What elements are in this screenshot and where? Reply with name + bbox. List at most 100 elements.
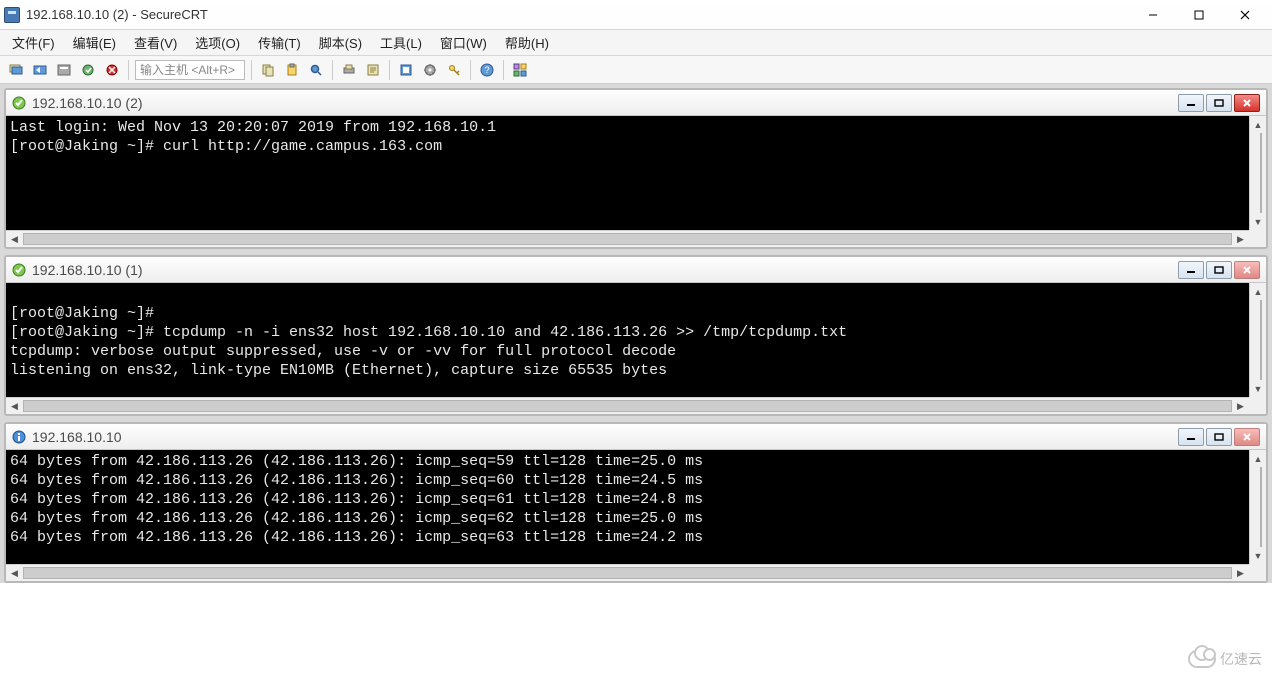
pane-close-button <box>1234 428 1260 446</box>
host-input[interactable]: 输入主机 <Alt+R> <box>135 60 245 80</box>
terminal-line: Last login: Wed Nov 13 20:20:07 2019 fro… <box>10 118 1248 137</box>
toolbar-find-icon[interactable] <box>306 60 326 80</box>
toolbar-session-manager-icon[interactable] <box>6 60 26 80</box>
terminal-line: 64 bytes from 42.186.113.26 (42.186.113.… <box>10 471 1248 490</box>
menu-options[interactable]: 选项(O) <box>195 33 240 52</box>
toolbar-key-icon[interactable] <box>444 60 464 80</box>
scroll-thumb[interactable] <box>23 233 1232 245</box>
resize-grip[interactable] <box>1249 230 1266 247</box>
window-maximize-button[interactable] <box>1176 1 1222 29</box>
toolbar-divider <box>389 60 390 80</box>
resize-grip[interactable] <box>1249 397 1266 414</box>
scroll-up-arrow[interactable]: ▲ <box>1251 450 1266 467</box>
pane-controls <box>1178 94 1260 112</box>
scroll-track[interactable] <box>23 398 1232 414</box>
horizontal-scrollbar[interactable]: ◀▶ <box>6 397 1249 414</box>
terminal-pane: 192.168.10.10 (2) Last login: Wed Nov 13 … <box>4 88 1268 249</box>
pane-maximize-button[interactable] <box>1206 94 1232 112</box>
toolbar-properties-icon[interactable] <box>363 60 383 80</box>
terminal-wrapper: Last login: Wed Nov 13 20:20:07 2019 fro… <box>6 116 1266 230</box>
toolbar-tile-icon[interactable] <box>510 60 530 80</box>
toolbar-divider <box>251 60 252 80</box>
scroll-left-arrow[interactable]: ◀ <box>6 399 23 414</box>
scroll-down-arrow[interactable]: ▼ <box>1251 213 1266 230</box>
pane-minimize-button[interactable] <box>1178 94 1204 112</box>
terminal-output[interactable]: [root@Jaking ~]#[root@Jaking ~]# tcpdump… <box>6 283 1266 397</box>
scroll-left-arrow[interactable]: ◀ <box>6 232 23 247</box>
menu-script[interactable]: 脚本(S) <box>319 33 362 52</box>
toolbar-reconnect-icon[interactable] <box>78 60 98 80</box>
horizontal-scrollbar[interactable]: ◀▶ <box>6 564 1249 581</box>
menu-transfer[interactable]: 传输(T) <box>258 33 301 52</box>
terminal-output[interactable]: Last login: Wed Nov 13 20:20:07 2019 fro… <box>6 116 1266 230</box>
vertical-scrollbar[interactable]: ▲▼ <box>1249 283 1266 397</box>
vertical-scrollbar[interactable]: ▲▼ <box>1249 450 1266 564</box>
menu-file[interactable]: 文件(F) <box>12 33 55 52</box>
window-minimize-button[interactable] <box>1130 1 1176 29</box>
title-bar: 192.168.10.10 (2) - SecureCRT <box>0 0 1272 30</box>
menu-tools[interactable]: 工具(L) <box>380 33 422 52</box>
pane-title: 192.168.10.10 <box>32 429 122 445</box>
scroll-track[interactable] <box>23 231 1232 247</box>
scroll-thumb[interactable] <box>1260 467 1262 547</box>
window-title: 192.168.10.10 (2) - SecureCRT <box>26 7 208 22</box>
scroll-thumb[interactable] <box>23 567 1232 579</box>
pane-minimize-button[interactable] <box>1178 261 1204 279</box>
toolbar-paste-icon[interactable] <box>282 60 302 80</box>
scroll-right-arrow[interactable]: ▶ <box>1232 566 1249 581</box>
pane-header[interactable]: 192.168.10.10 (1) <box>6 257 1266 283</box>
pane-maximize-button[interactable] <box>1206 428 1232 446</box>
pane-close-button[interactable] <box>1234 94 1260 112</box>
scroll-track[interactable] <box>23 565 1232 581</box>
toolbar-disconnect-icon[interactable] <box>102 60 122 80</box>
toolbar-help-icon[interactable]: ? <box>477 60 497 80</box>
scroll-down-arrow[interactable]: ▼ <box>1251 380 1266 397</box>
window-close-button[interactable] <box>1222 1 1268 29</box>
toolbar-settings-icon[interactable] <box>420 60 440 80</box>
connected-icon <box>12 96 26 110</box>
host-placeholder: 输入主机 <Alt+R> <box>140 61 235 78</box>
terminal-line: [root@Jaking ~]# <box>10 304 1248 323</box>
toolbar-copy-icon[interactable] <box>258 60 278 80</box>
pane-maximize-button[interactable] <box>1206 261 1232 279</box>
pane-minimize-button[interactable] <box>1178 428 1204 446</box>
terminal-line <box>10 285 1248 304</box>
pane-controls <box>1178 261 1260 279</box>
terminal-line: 64 bytes from 42.186.113.26 (42.186.113.… <box>10 452 1248 471</box>
work-area: 192.168.10.10 (2) Last login: Wed Nov 13 … <box>0 84 1272 583</box>
connected-icon <box>12 263 26 277</box>
toolbar-quick-connect-icon[interactable] <box>30 60 50 80</box>
terminal-output[interactable]: 64 bytes from 42.186.113.26 (42.186.113.… <box>6 450 1266 564</box>
pane-header[interactable]: 192.168.10.10 (2) <box>6 90 1266 116</box>
horizontal-scrollbar[interactable]: ◀▶ <box>6 230 1249 247</box>
menu-help[interactable]: 帮助(H) <box>505 33 549 52</box>
scroll-right-arrow[interactable]: ▶ <box>1232 232 1249 247</box>
toolbar-print-icon[interactable] <box>339 60 359 80</box>
resize-grip[interactable] <box>1249 564 1266 581</box>
cloud-icon <box>1188 650 1216 668</box>
scroll-up-arrow[interactable]: ▲ <box>1251 283 1266 300</box>
menu-window[interactable]: 窗口(W) <box>440 33 487 52</box>
menu-edit[interactable]: 编辑(E) <box>73 33 116 52</box>
scroll-right-arrow[interactable]: ▶ <box>1232 399 1249 414</box>
scroll-up-arrow[interactable]: ▲ <box>1251 116 1266 133</box>
scroll-thumb[interactable] <box>1260 300 1262 380</box>
terminal-line: 64 bytes from 42.186.113.26 (42.186.113.… <box>10 490 1248 509</box>
terminal-line: 64 bytes from 42.186.113.26 (42.186.113.… <box>10 509 1248 528</box>
scroll-thumb[interactable] <box>23 400 1232 412</box>
terminal-line: tcpdump: verbose output suppressed, use … <box>10 342 1248 361</box>
scroll-down-arrow[interactable]: ▼ <box>1251 547 1266 564</box>
vertical-scrollbar[interactable]: ▲▼ <box>1249 116 1266 230</box>
toolbar-options-icon[interactable] <box>396 60 416 80</box>
terminal-pane: 192.168.10.10 (1) [root@Jaking ~]#[root@… <box>4 255 1268 416</box>
terminal-wrapper: [root@Jaking ~]#[root@Jaking ~]# tcpdump… <box>6 283 1266 397</box>
pane-header[interactable]: 192.168.10.10 <box>6 424 1266 450</box>
menu-view[interactable]: 查看(V) <box>134 33 177 52</box>
toolbar-connect-bar-icon[interactable] <box>54 60 74 80</box>
window-controls <box>1130 1 1268 29</box>
pane-controls <box>1178 428 1260 446</box>
scroll-thumb[interactable] <box>1260 133 1262 213</box>
toolbar-divider <box>128 60 129 80</box>
toolbar: 输入主机 <Alt+R> ? <box>0 56 1272 84</box>
scroll-left-arrow[interactable]: ◀ <box>6 566 23 581</box>
